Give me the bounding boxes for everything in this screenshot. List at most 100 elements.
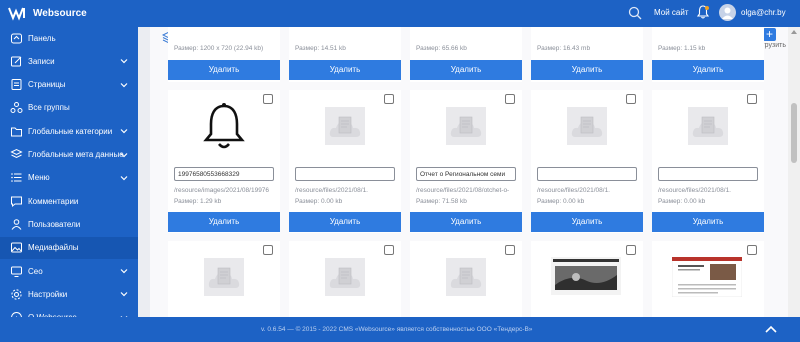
file-placeholder-thumbnail[interactable] xyxy=(688,107,728,145)
image-icon xyxy=(11,242,22,253)
search-icon[interactable] xyxy=(628,6,642,20)
sidebar-item[interactable]: О Websource xyxy=(0,307,138,317)
select-checkbox[interactable] xyxy=(747,245,757,255)
delete-button[interactable]: Удалить xyxy=(168,60,280,80)
media-card: /resource/files/2021/08/1. Размер: 0.00 k… xyxy=(289,90,401,233)
media-card: /resource/files/2021/08/1. Размер: 0.00 k… xyxy=(652,90,764,233)
file-placeholder-thumbnail[interactable] xyxy=(325,258,365,296)
sidebar-item[interactable]: Настройки xyxy=(0,283,138,305)
sidebar-item[interactable]: Страницы xyxy=(0,74,138,96)
logo-text: Websource xyxy=(33,7,87,19)
file-path: /resource/files/2021/08/otchet-o- xyxy=(416,187,510,194)
sidebar-item[interactable]: Сео xyxy=(0,260,138,282)
file-name-input[interactable] xyxy=(295,167,395,181)
sidebar-item-label: Все группы xyxy=(28,103,70,113)
file-placeholder-thumbnail[interactable] xyxy=(325,107,365,145)
sidebar-item-label: Страницы xyxy=(28,80,66,90)
seo-icon xyxy=(11,266,22,277)
sidebar-item[interactable]: Записи xyxy=(0,50,138,72)
file-placeholder-thumbnail[interactable] xyxy=(204,258,244,296)
file-name-input[interactable]: Отчет о Региональном семи xyxy=(416,167,516,181)
notification-bell-icon[interactable] xyxy=(697,5,709,19)
user-email[interactable]: olga@chr.by xyxy=(741,8,786,17)
delete-button[interactable]: Удалить xyxy=(652,60,764,80)
sidebar-item-label: Меню xyxy=(28,173,50,183)
upload-button[interactable]: + xyxy=(763,28,776,41)
media-card xyxy=(410,241,522,317)
file-name-input[interactable] xyxy=(658,167,758,181)
logo[interactable]: Websource xyxy=(7,5,87,21)
media-card: Размер: 14.51 kb Удалить xyxy=(289,27,401,82)
webpage-screenshot-thumbnail[interactable] xyxy=(672,257,742,297)
delete-button[interactable]: Удалить xyxy=(168,212,280,232)
media-card: Размер: 16.43 mb Удалить xyxy=(531,27,643,82)
delete-button[interactable]: Удалить xyxy=(410,60,522,80)
sidebar-item[interactable]: Комментарии xyxy=(0,190,138,212)
bell-image-thumbnail[interactable] xyxy=(202,102,246,150)
file-placeholder-thumbnail[interactable] xyxy=(446,107,486,145)
file-size: Размер: 71.58 kb xyxy=(416,198,467,205)
websource-logo-icon xyxy=(8,7,25,21)
sidebar-item[interactable]: Глобальные мета данные xyxy=(0,144,138,166)
chevron-down-icon[interactable] xyxy=(120,174,128,182)
chevron-down-icon[interactable] xyxy=(120,81,128,89)
delete-button[interactable]: Удалить xyxy=(289,212,401,232)
main-content: + Загрузить Размер: 1200 x 720 (22.94 kb… xyxy=(138,27,800,317)
delete-button[interactable]: Удалить xyxy=(531,212,643,232)
select-checkbox[interactable] xyxy=(505,94,515,104)
chevron-down-icon[interactable] xyxy=(120,127,128,135)
file-path: /resource/images/2021/08/19976 xyxy=(174,187,270,194)
chevron-down-icon[interactable] xyxy=(120,267,128,275)
edit-icon xyxy=(11,56,22,67)
select-checkbox[interactable] xyxy=(263,94,273,104)
folder-icon xyxy=(11,127,22,137)
sidebar-item[interactable]: Меню xyxy=(0,167,138,189)
my-site-link[interactable]: Мой сайт xyxy=(654,8,688,17)
footer-copyright: v. 0.6.54 — © 2015 - 2022 CMS «Websource… xyxy=(261,326,533,333)
file-placeholder-thumbnail[interactable] xyxy=(446,258,486,296)
file-size: Размер: 14.51 kb xyxy=(295,45,346,52)
select-checkbox[interactable] xyxy=(626,245,636,255)
delete-button[interactable]: Удалить xyxy=(531,60,643,80)
file-name-input[interactable] xyxy=(537,167,637,181)
sidebar-item[interactable]: Панель xyxy=(0,27,138,49)
select-checkbox[interactable] xyxy=(505,245,515,255)
chevron-down-icon[interactable] xyxy=(120,57,128,65)
file-placeholder-thumbnail[interactable] xyxy=(567,107,607,145)
scroll-to-top-icon[interactable] xyxy=(765,324,777,334)
user-avatar[interactable] xyxy=(719,4,736,21)
sidebar: Панель Записи Страницы Все группы Глобальные… xyxy=(0,27,138,317)
select-checkbox[interactable] xyxy=(263,245,273,255)
sidebar-item-label: Медиафайлы xyxy=(28,243,79,253)
sidebar-item-label: Комментарии xyxy=(28,196,79,206)
select-checkbox[interactable] xyxy=(626,94,636,104)
chevron-down-icon[interactable] xyxy=(120,290,128,298)
select-checkbox[interactable] xyxy=(747,94,757,104)
file-size: Размер: 1.29 kb xyxy=(174,198,222,205)
chevron-down-icon[interactable] xyxy=(120,151,128,159)
sidebar-item[interactable]: Медиафайлы xyxy=(0,236,138,259)
sidebar-item[interactable]: Все группы xyxy=(0,97,138,119)
media-card: Размер: 65.66 kb Удалить xyxy=(410,27,522,82)
photo-thumbnail[interactable] xyxy=(551,257,621,295)
delete-button[interactable]: Удалить xyxy=(652,212,764,232)
delete-button[interactable]: Удалить xyxy=(289,60,401,80)
select-checkbox[interactable] xyxy=(384,245,394,255)
file-size: Размер: 0.00 kb xyxy=(295,198,343,205)
media-card xyxy=(531,241,643,317)
file-size: Размер: 16.43 mb xyxy=(537,45,591,52)
file-path: /resource/files/2021/08/1. xyxy=(295,187,368,194)
sidebar-item[interactable]: Пользователи xyxy=(0,213,138,235)
select-checkbox[interactable] xyxy=(384,94,394,104)
scroll-thumb[interactable] xyxy=(791,103,797,163)
sidebar-item-label: Настройки xyxy=(28,289,68,299)
scroll-up-arrow-icon[interactable] xyxy=(790,29,798,35)
media-card xyxy=(652,241,764,317)
media-card: /resource/files/2021/08/1. Размер: 0.00 k… xyxy=(531,90,643,233)
file-name-input[interactable]: 19976580553668329 xyxy=(174,167,274,181)
sidebar-item-label: Пользователи xyxy=(28,219,81,229)
delete-button[interactable]: Удалить xyxy=(410,212,522,232)
sidebar-item[interactable]: Глобальные категории xyxy=(0,120,138,142)
scrollbar[interactable] xyxy=(788,27,800,317)
file-size: Размер: 65.66 kb xyxy=(416,45,467,52)
